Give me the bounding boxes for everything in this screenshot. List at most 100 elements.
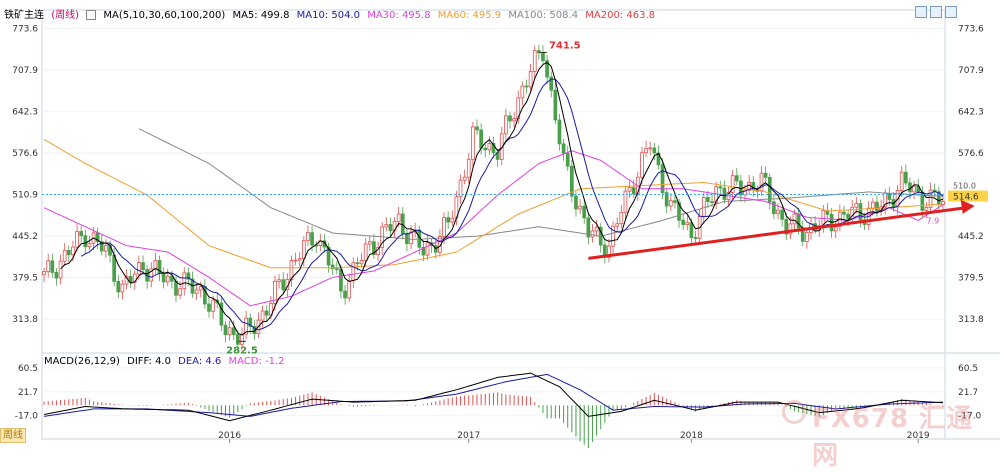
candle-body bbox=[594, 226, 599, 232]
candle-body bbox=[668, 200, 673, 207]
candle-body bbox=[706, 196, 710, 202]
candle-body bbox=[615, 223, 620, 227]
watermark-logo-icon bbox=[782, 400, 806, 424]
candlestick-chart: 773.6 773.6 707.9 707.9 642.3 642.3 576.6 576.6… bbox=[12, 9, 1000, 449]
macd-params: MACD(26,12,9) bbox=[44, 356, 120, 367]
candle-body bbox=[483, 147, 488, 151]
candle-body bbox=[903, 171, 908, 184]
y-tick-label-right: 445.2 bbox=[958, 232, 984, 242]
settings-icon[interactable] bbox=[86, 10, 97, 20]
candle-body bbox=[211, 299, 215, 312]
candle-body bbox=[780, 209, 784, 220]
y-tick-label-left: 510.9 bbox=[12, 191, 38, 201]
candle-body bbox=[174, 280, 178, 296]
candle-body bbox=[833, 226, 838, 232]
ma60-value: MA60: 495.9 bbox=[437, 10, 502, 21]
candle-body bbox=[899, 171, 904, 191]
candle-body bbox=[466, 158, 471, 178]
x-tick-label: 2016 bbox=[218, 431, 241, 441]
current-price-upper-label: 510.0 bbox=[953, 182, 976, 191]
candle-body bbox=[532, 50, 537, 72]
y-tick-label-right: 313.8 bbox=[958, 315, 984, 325]
y-tick-label-right: 576.6 bbox=[958, 149, 984, 159]
candle-body bbox=[112, 254, 117, 282]
ma10-line bbox=[80, 78, 944, 331]
fullscreen-icon[interactable] bbox=[945, 6, 957, 18]
candle-body bbox=[512, 118, 516, 122]
candle-body bbox=[388, 224, 393, 232]
candle-body bbox=[347, 280, 352, 299]
candle-body bbox=[223, 324, 228, 336]
candle-body bbox=[508, 115, 512, 122]
candle-body bbox=[367, 241, 372, 245]
candle-body bbox=[776, 209, 780, 215]
candle-body bbox=[231, 327, 236, 335]
candle-body bbox=[644, 148, 648, 154]
candle-body bbox=[306, 232, 310, 242]
ma100-value: MA100: 508.4 bbox=[508, 10, 579, 21]
period-tab[interactable]: 周线 bbox=[0, 428, 26, 443]
candle-body bbox=[792, 213, 797, 225]
candle-body bbox=[553, 89, 558, 121]
candle-body bbox=[116, 281, 121, 293]
candle-body bbox=[71, 246, 75, 256]
candle-body bbox=[767, 177, 772, 203]
indicator-toggle-icon[interactable] bbox=[915, 6, 927, 18]
candle-body bbox=[450, 217, 455, 223]
candle-body bbox=[578, 205, 582, 210]
candle-body bbox=[652, 147, 657, 154]
ma200-value: MA200: 463.8 bbox=[585, 10, 655, 21]
high-price-label: 741.5 bbox=[549, 40, 581, 51]
candle-body bbox=[120, 283, 125, 293]
candle-body bbox=[165, 275, 170, 283]
candle-body bbox=[182, 272, 187, 290]
log-scale-icon[interactable] bbox=[930, 6, 942, 18]
candle-body bbox=[194, 289, 199, 294]
y-tick-label-left: 313.8 bbox=[12, 315, 38, 325]
candle-body bbox=[400, 213, 405, 234]
candle-body bbox=[673, 200, 677, 203]
x-tick-label: 2017 bbox=[457, 431, 480, 441]
candle-body bbox=[685, 222, 690, 226]
candle-body bbox=[301, 240, 306, 260]
candle-body bbox=[343, 290, 347, 299]
macd-tick-label-right: 21.7 bbox=[958, 388, 978, 398]
candle-body bbox=[640, 152, 644, 178]
candle-body bbox=[520, 85, 525, 99]
candle-body bbox=[425, 242, 430, 256]
candle-body bbox=[79, 231, 84, 237]
candle-body bbox=[924, 206, 929, 211]
candle-body bbox=[178, 288, 182, 296]
trend-arrow-line bbox=[588, 206, 965, 260]
current-price-tag-label: 514.6 bbox=[953, 193, 979, 203]
candle-body bbox=[471, 126, 475, 160]
y-tick-label-right: 642.3 bbox=[958, 107, 984, 117]
candle-body bbox=[912, 185, 916, 193]
chart-stage: 773.6 773.6 707.9 707.9 642.3 642.3 576.6 576.6… bbox=[0, 0, 1000, 471]
y-tick-label-right: 773.6 bbox=[958, 24, 984, 34]
candle-body bbox=[475, 126, 479, 131]
y-tick-label-left: 707.9 bbox=[12, 66, 38, 76]
candle-body bbox=[236, 334, 240, 345]
candle-body bbox=[50, 260, 55, 273]
candle-body bbox=[842, 211, 846, 215]
candle-body bbox=[504, 115, 508, 135]
candle-body bbox=[264, 310, 269, 316]
candle-body bbox=[648, 147, 653, 150]
ma-tail-label: 7.9 bbox=[926, 217, 939, 226]
candle-body bbox=[281, 279, 286, 291]
ma30-value: MA30: 495.8 bbox=[367, 10, 431, 21]
ma5-value: MA5: 499.8 bbox=[232, 10, 290, 21]
candle-body bbox=[277, 279, 281, 282]
candle-body bbox=[846, 213, 850, 220]
macd-legend: MACD(26,12,9) DIFF: 4.0 DEA: 4.6 MACD: -… bbox=[44, 356, 289, 370]
candle-body bbox=[260, 310, 265, 321]
candle-body bbox=[351, 262, 356, 282]
macd-dea: DEA: 4.6 bbox=[178, 356, 222, 367]
candle-body bbox=[710, 201, 714, 203]
y-tick-label-left: 576.6 bbox=[12, 149, 38, 159]
y-tick-label-right: 707.9 bbox=[958, 66, 984, 76]
candle-body bbox=[104, 245, 108, 252]
candle-body bbox=[153, 260, 158, 270]
candle-body bbox=[58, 260, 63, 279]
